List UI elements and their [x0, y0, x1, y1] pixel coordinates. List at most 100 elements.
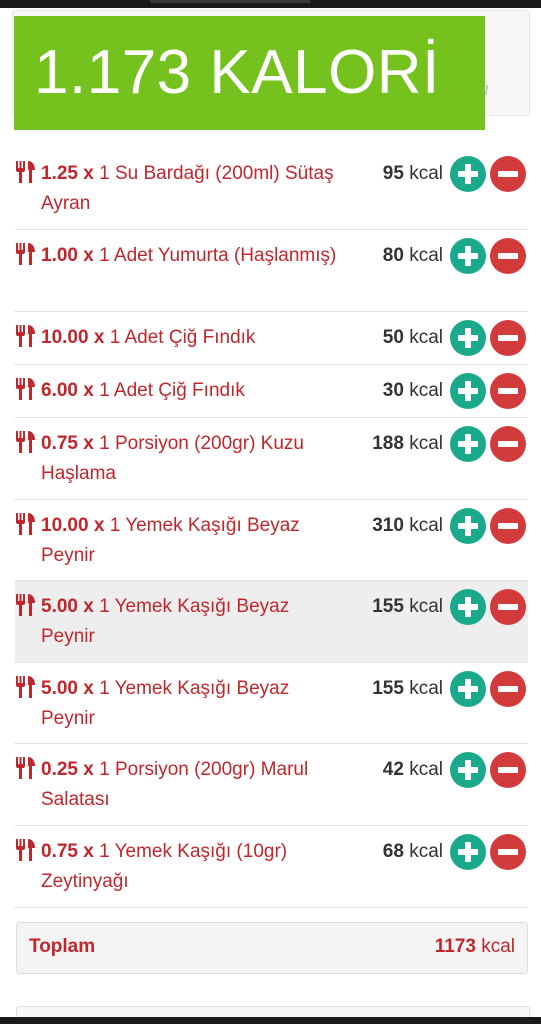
increase-button[interactable] [450, 589, 486, 625]
food-item-description: 1.00 x 1 Adet Yumurta (Haşlanmış) [41, 241, 341, 271]
food-item-description: 0.25 x 1 Porsiyon (200gr) Marul Salatası [41, 755, 341, 815]
fork-knife-icon [15, 757, 36, 779]
food-item-name: 1 Adet Çiğ Fındık [109, 327, 256, 348]
food-item-kcal: 155 kcal [372, 674, 443, 704]
food-item-kcal: 155 kcal [372, 592, 443, 622]
fork-knife-icon [15, 513, 36, 535]
food-item-row: 0.75 x 1 Yemek Kaşığı (10gr) Zeytinyağı 6… [15, 826, 528, 908]
increase-button[interactable] [450, 238, 486, 274]
food-item-kcal: 188 kcal [372, 429, 443, 459]
food-item-kcal-unit: kcal [409, 678, 443, 699]
food-item-kcal-unit: kcal [409, 433, 443, 454]
food-item-kcal-number: 95 [382, 163, 404, 184]
food-item-kcal: 310 kcal [372, 511, 443, 541]
food-item-kcal-number: 188 [372, 433, 404, 454]
food-item-description: 0.75 x 1 Yemek Kaşığı (10gr) Zeytinyağı [41, 837, 341, 897]
fork-knife-icon [15, 431, 36, 453]
food-item-description: 1.25 x 1 Su Bardağı (200ml) Sütaş Ayran [41, 159, 341, 219]
decrease-button[interactable] [490, 752, 526, 788]
decrease-button[interactable] [490, 508, 526, 544]
top-status-strip [0, 0, 541, 8]
fork-knife-icon [15, 594, 36, 616]
food-item-kcal-number: 310 [372, 515, 404, 536]
food-item-kcal: 68 kcal [383, 837, 443, 867]
food-item-kcal-number: 155 [372, 596, 404, 617]
food-item-kcal-unit: kcal [409, 327, 443, 348]
food-item-kcal: 95 kcal [383, 159, 443, 189]
food-item-quantity: 10.00 x [41, 327, 105, 348]
total-kcal-unit: kcal [481, 936, 515, 957]
food-item-quantity: 1.00 x [41, 245, 94, 266]
decrease-button[interactable] [490, 834, 526, 870]
food-item-row: 10.00 x 1 Adet Çiğ Fındık 50 kcal [15, 312, 528, 365]
food-item-kcal: 42 kcal [383, 755, 443, 785]
food-item-row: 5.00 x 1 Yemek Kaşığı Beyaz Peynir 155 kc… [15, 581, 528, 663]
increase-button[interactable] [450, 508, 486, 544]
food-item-kcal-number: 155 [372, 678, 404, 699]
food-item-quantity: 5.00 x [41, 596, 94, 617]
food-item-name: 1 Adet Çiğ Fındık [99, 380, 245, 401]
fork-knife-icon [15, 676, 36, 698]
food-item-description: 10.00 x 1 Yemek Kaşığı Beyaz Peynir [41, 511, 341, 571]
total-value: 1173 kcal [435, 936, 515, 958]
food-item-row: 10.00 x 1 Yemek Kaşığı Beyaz Peynir 310 k… [15, 500, 528, 581]
fork-knife-icon [15, 378, 36, 400]
decrease-button[interactable] [490, 320, 526, 356]
fork-knife-icon [15, 325, 36, 347]
decrease-button[interactable] [490, 156, 526, 192]
food-item-name: 1 Adet Yumurta (Haşlanmış) [99, 245, 337, 266]
increase-button[interactable] [450, 426, 486, 462]
food-log-screen: r arı 1.173 KALORİ 1.25 x 1 Su Bardağı (… [0, 0, 541, 1024]
increase-button[interactable] [450, 373, 486, 409]
food-item-row: 6.00 x 1 Adet Çiğ Fındık 30 kcal [15, 365, 528, 418]
fork-knife-icon [15, 243, 36, 265]
total-kcal-number: 1173 [434, 936, 476, 957]
food-item-description: 5.00 x 1 Yemek Kaşığı Beyaz Peynir [41, 592, 341, 652]
food-item-kcal-unit: kcal [409, 759, 443, 780]
food-item-quantity: 10.00 x [41, 515, 105, 536]
calorie-total-banner: 1.173 KALORİ [14, 16, 485, 130]
food-item-kcal-unit: kcal [409, 163, 443, 184]
food-item-kcal: 80 kcal [383, 241, 443, 271]
food-item-quantity: 1.25 x [41, 163, 94, 184]
food-item-row: 1.00 x 1 Adet Yumurta (Haşlanmış) 80 kcal [15, 230, 528, 312]
food-item-quantity: 6.00 x [41, 380, 94, 401]
increase-button[interactable] [450, 156, 486, 192]
total-row: Toplam 1173 kcal [16, 922, 528, 974]
food-item-description: 10.00 x 1 Adet Çiğ Fındık [41, 323, 341, 353]
decrease-button[interactable] [490, 238, 526, 274]
food-item-kcal-unit: kcal [409, 515, 443, 536]
food-item-kcal-unit: kcal [409, 245, 443, 266]
increase-button[interactable] [450, 320, 486, 356]
food-item-kcal-unit: kcal [409, 596, 443, 617]
decrease-button[interactable] [490, 589, 526, 625]
decrease-button[interactable] [490, 426, 526, 462]
food-item-description: 0.75 x 1 Porsiyon (200gr) Kuzu Haşlama [41, 429, 341, 489]
food-item-kcal: 30 kcal [383, 376, 443, 406]
fork-knife-icon [15, 839, 36, 861]
total-label: Toplam [29, 936, 96, 957]
food-item-kcal-unit: kcal [409, 841, 443, 862]
increase-button[interactable] [450, 752, 486, 788]
food-item-kcal-unit: kcal [409, 380, 443, 401]
food-item-quantity: 0.75 x [41, 841, 94, 862]
food-item-description: 5.00 x 1 Yemek Kaşığı Beyaz Peynir [41, 674, 341, 734]
bottom-nav-strip [0, 1017, 541, 1024]
decrease-button[interactable] [490, 671, 526, 707]
food-item-kcal-number: 42 [382, 759, 404, 780]
food-item-quantity: 0.25 x [41, 759, 94, 780]
food-item-kcal-number: 68 [382, 841, 404, 862]
food-item-quantity: 0.75 x [41, 433, 94, 454]
increase-button[interactable] [450, 671, 486, 707]
food-item-row: 5.00 x 1 Yemek Kaşığı Beyaz Peynir 155 kc… [15, 663, 528, 744]
food-item-kcal: 50 kcal [383, 323, 443, 353]
food-item-kcal-number: 30 [382, 380, 404, 401]
food-item-kcal-number: 50 [382, 327, 404, 348]
food-item-quantity: 5.00 x [41, 678, 94, 699]
increase-button[interactable] [450, 834, 486, 870]
fork-knife-icon [15, 161, 36, 183]
decrease-button[interactable] [490, 373, 526, 409]
food-item-list: 1.25 x 1 Su Bardağı (200ml) Sütaş Ayran 9… [15, 148, 528, 908]
food-item-row: 0.75 x 1 Porsiyon (200gr) Kuzu Haşlama 18… [15, 418, 528, 500]
food-item-description: 6.00 x 1 Adet Çiğ Fındık [41, 376, 341, 406]
